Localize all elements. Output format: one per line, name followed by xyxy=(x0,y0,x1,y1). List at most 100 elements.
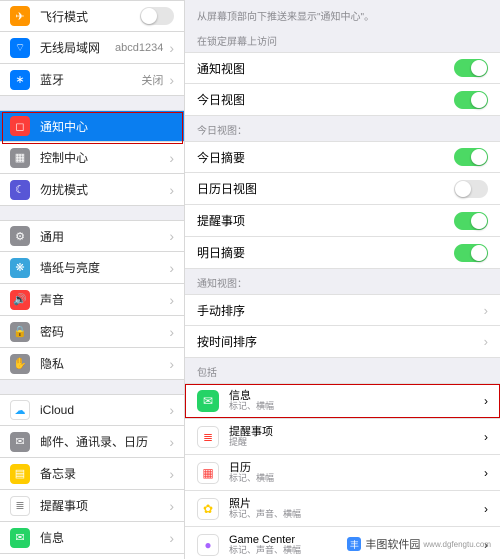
row-today-summary[interactable]: 今日摘要 xyxy=(185,141,500,173)
settings-sidebar: ✈飞行模式⌔无线局域网abcd1234›∗蓝牙关闭›◻通知中心▦控制中心›☾勿扰… xyxy=(0,0,185,559)
app-row-app-photos[interactable]: ✿照片标记、声音、横幅› xyxy=(185,491,500,527)
row-label: 手动排序 xyxy=(197,302,484,319)
passcode-icon: 🔒 xyxy=(10,322,30,342)
sidebar-item-label: 备忘录 xyxy=(40,465,163,482)
reminders-icon: ≣ xyxy=(10,496,30,516)
row-calendar-day[interactable]: 日历日视图 xyxy=(185,173,500,205)
row-notification-view[interactable]: 通知视图 xyxy=(185,52,500,84)
app-sub: 提醒 xyxy=(229,438,484,448)
sidebar-item-label: 蓝牙 xyxy=(40,71,141,88)
app-row-app-calendar[interactable]: ▦日历标记、横幅› xyxy=(185,455,500,491)
chevron-right-icon: › xyxy=(169,150,174,166)
app-reminders-icon: ≣ xyxy=(197,426,219,448)
wifi-icon: ⌔ xyxy=(10,38,30,58)
airplane-switch[interactable] xyxy=(140,7,174,25)
sidebar-item-sounds[interactable]: 🔊声音› xyxy=(0,284,184,316)
sidebar-item-wifi[interactable]: ⌔无线局域网abcd1234› xyxy=(0,32,184,64)
row-label: 今日摘要 xyxy=(197,149,454,166)
sidebar-item-wallpaper[interactable]: ❋ 墙纸与亮度 › xyxy=(0,252,184,284)
row-label: 通知视图 xyxy=(197,60,454,77)
chevron-right-icon: › xyxy=(169,466,174,482)
sidebar-item-control-center[interactable]: ▦ 控制中心 › xyxy=(0,142,184,174)
sidebar-item-value: 关闭 xyxy=(141,72,163,88)
sidebar-item-label: 邮件、通讯录、日历 xyxy=(40,433,163,450)
sidebar-item-notification-center[interactable]: ◻ 通知中心 xyxy=(0,110,184,142)
sidebar-item-bluetooth[interactable]: ∗ 蓝牙关闭 › xyxy=(0,64,184,96)
sidebar-item-value: abcd1234 xyxy=(115,42,163,54)
today-view-switch[interactable] xyxy=(454,91,488,109)
sidebar-item-notes[interactable]: ▤ 备忘录 › xyxy=(0,458,184,490)
app-row-app-reminders[interactable]: ≣ 提醒事项提醒› xyxy=(185,419,500,455)
sidebar-item-facetime[interactable]: ■FaceTime› xyxy=(0,554,184,559)
top-hint: 从屏幕顶部向下推送来显示"通知中心"。 xyxy=(185,0,500,27)
sidebar-item-label: 控制中心 xyxy=(40,149,163,166)
chevron-right-icon: › xyxy=(484,394,488,408)
chevron-right-icon: › xyxy=(484,466,488,480)
app-row-app-messages[interactable]: ✉信息标记、横幅› xyxy=(185,383,500,419)
main-panel: 从屏幕顶部向下推送来显示"通知中心"。 在锁定屏幕上访问通知视图今日视图今日视图… xyxy=(185,0,500,559)
chevron-right-icon: › xyxy=(169,356,174,372)
sidebar-item-dnd[interactable]: ☾勿扰模式› xyxy=(0,174,184,206)
chevron-right-icon: › xyxy=(484,303,488,318)
chevron-right-icon: › xyxy=(169,530,174,546)
sounds-icon: 🔊 xyxy=(10,290,30,310)
row-label: 提醒事项 xyxy=(197,212,454,229)
sidebar-item-privacy[interactable]: ✋隐私› xyxy=(0,348,184,380)
chevron-right-icon: › xyxy=(169,498,174,514)
sidebar-item-messages[interactable]: ✉信息› xyxy=(0,522,184,554)
row-label: 日历日视图 xyxy=(197,180,454,197)
sidebar-item-reminders[interactable]: ≣ 提醒事项 › xyxy=(0,490,184,522)
row-label: 明日摘要 xyxy=(197,244,454,261)
row-tomorrow-summary[interactable]: 明日摘要 xyxy=(185,237,500,269)
chevron-right-icon: › xyxy=(169,228,174,244)
notification-center-icon: ◻ xyxy=(10,116,30,136)
sidebar-item-label: 勿扰模式 xyxy=(40,181,163,198)
sidebar-item-airplane[interactable]: ✈飞行模式 xyxy=(0,0,184,32)
sidebar-item-label: iCloud xyxy=(40,403,163,417)
app-sub: 标记、横幅 xyxy=(229,402,484,412)
row-sort-time[interactable]: 按时间排序› xyxy=(185,326,500,358)
sidebar-item-label: 声音 xyxy=(40,291,163,308)
watermark-title: 丰图软件园 xyxy=(365,536,420,552)
notification-view-switch[interactable] xyxy=(454,59,488,77)
wallpaper-icon: ❋ xyxy=(10,258,30,278)
tomorrow-summary-switch[interactable] xyxy=(454,244,488,262)
sidebar-item-label: 通知中心 xyxy=(40,118,174,135)
control-center-icon: ▦ xyxy=(10,148,30,168)
app-photos-icon: ✿ xyxy=(197,498,219,520)
sidebar-item-label: 信息 xyxy=(40,529,163,546)
sidebar-item-general[interactable]: ⚙ 通用 › xyxy=(0,220,184,252)
chevron-right-icon: › xyxy=(169,434,174,450)
chevron-right-icon: › xyxy=(484,334,488,349)
sidebar-item-passcode[interactable]: 🔒密码› xyxy=(0,316,184,348)
calendar-day-switch[interactable] xyxy=(454,180,488,198)
app-messages-icon: ✉ xyxy=(197,390,219,412)
watermark-sub: www.dgfengtu.com xyxy=(423,540,491,549)
chevron-right-icon: › xyxy=(169,182,174,198)
chevron-right-icon: › xyxy=(169,402,174,418)
notes-icon: ▤ xyxy=(10,464,30,484)
sidebar-item-label: 墙纸与亮度 xyxy=(40,259,163,276)
bluetooth-icon: ∗ xyxy=(10,70,30,90)
chevron-right-icon: › xyxy=(484,502,488,516)
app-title: 日历 xyxy=(229,462,484,474)
watermark-icon: 丰 xyxy=(347,537,361,551)
section-header: 在锁定屏幕上访问 xyxy=(185,27,500,52)
sidebar-item-label: 提醒事项 xyxy=(40,497,163,514)
section-header: 通知视图： xyxy=(185,269,500,294)
today-summary-switch[interactable] xyxy=(454,148,488,166)
app-title: 提醒事项 xyxy=(229,426,484,438)
sidebar-item-mail-contacts[interactable]: ✉邮件、通讯录、日历› xyxy=(0,426,184,458)
sidebar-item-label: 通用 xyxy=(40,228,163,245)
reminders-switch[interactable] xyxy=(454,212,488,230)
sidebar-item-icloud[interactable]: ☁iCloud› xyxy=(0,394,184,426)
row-sort-manual[interactable]: 手动排序› xyxy=(185,294,500,326)
row-reminders[interactable]: 提醒事项 xyxy=(185,205,500,237)
general-icon: ⚙ xyxy=(10,226,30,246)
chevron-right-icon: › xyxy=(484,430,488,444)
chevron-right-icon: › xyxy=(169,72,174,88)
chevron-right-icon: › xyxy=(169,260,174,276)
row-today-view[interactable]: 今日视图 xyxy=(185,84,500,116)
app-calendar-icon: ▦ xyxy=(197,462,219,484)
chevron-right-icon: › xyxy=(169,324,174,340)
